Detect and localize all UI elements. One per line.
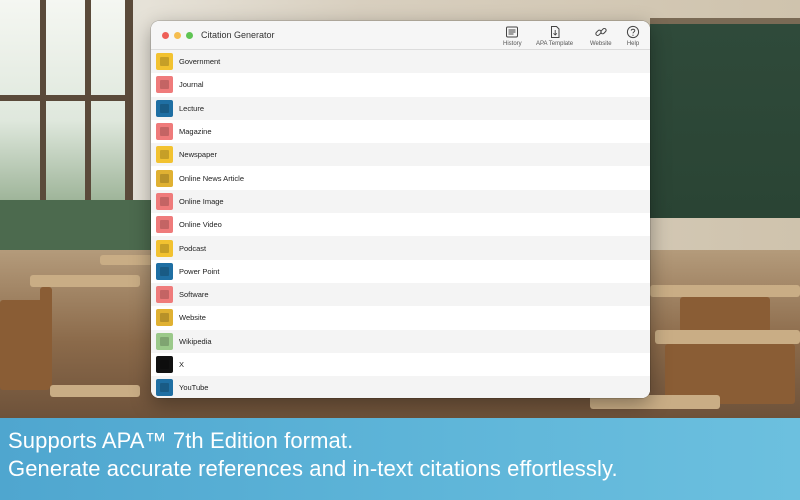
source-type-list: Government Journal Lecture Magazine Newspape… <box>151 50 650 398</box>
list-item[interactable]: YouTube <box>151 376 650 398</box>
promo-caption: Supports APA™ 7th Edition format. Genera… <box>0 418 800 500</box>
list-item-label: Newspaper <box>179 150 217 160</box>
list-item-label: Online Video <box>179 220 222 230</box>
list-item-label: YouTube <box>179 383 209 393</box>
help-button[interactable]: Help <box>626 25 640 49</box>
list-item-label: X <box>179 360 185 369</box>
document-icon <box>550 26 560 38</box>
citation-generator-window: Citation Generator History APA Template <box>151 21 650 398</box>
journal-icon <box>156 76 173 94</box>
list-item[interactable]: Government <box>151 50 650 74</box>
help-label: Help <box>626 41 640 47</box>
website-label: Website <box>590 41 612 47</box>
list-item[interactable]: Online Video <box>151 213 650 237</box>
list-item-label: Lecture <box>179 103 205 113</box>
list-item-label: Wikipedia <box>179 336 212 346</box>
help-icon <box>626 25 640 39</box>
image-icon <box>156 192 173 210</box>
website-button[interactable]: Website <box>590 25 612 49</box>
government-icon <box>156 53 173 71</box>
list-item[interactable]: Lecture <box>151 96 650 120</box>
presentation-icon <box>156 262 173 280</box>
apa-template-button[interactable]: APA Template <box>536 25 573 49</box>
titlebar: Citation Generator History APA Template <box>151 21 650 50</box>
list-item[interactable]: Podcast <box>151 236 650 260</box>
magazine-icon <box>156 123 173 141</box>
history-icon <box>506 26 519 38</box>
lecture-icon <box>156 99 173 117</box>
newspaper-icon <box>156 146 173 164</box>
list-item[interactable]: Power Point <box>151 259 650 283</box>
list-item[interactable]: Journal <box>151 73 650 97</box>
list-item-label: Podcast <box>179 243 207 253</box>
youtube-icon <box>156 379 173 397</box>
zoom-window-button[interactable] <box>186 32 193 39</box>
list-item[interactable]: X <box>151 352 650 377</box>
list-item[interactable]: Online Image <box>151 189 650 214</box>
close-window-button[interactable] <box>162 32 169 39</box>
link-icon <box>595 27 607 36</box>
list-item-label: Government <box>179 57 221 67</box>
wikipedia-icon <box>156 332 173 350</box>
news-article-icon <box>156 169 173 187</box>
list-item[interactable]: Software <box>151 282 650 307</box>
list-item-label: Website <box>179 313 206 323</box>
history-label: History <box>503 41 522 47</box>
video-icon <box>156 216 173 234</box>
list-item-label: Software <box>179 290 209 300</box>
list-item[interactable]: Online News Article <box>151 166 650 190</box>
list-item[interactable]: Wikipedia <box>151 329 650 353</box>
caption-line-2: Generate accurate references and in-text… <box>8 456 618 481</box>
list-item-label: Power Point <box>179 266 220 276</box>
list-item-label: Journal <box>179 80 204 90</box>
caption-line-1: Supports APA™ 7th Edition format. <box>8 428 354 453</box>
list-item[interactable]: Magazine <box>151 119 650 144</box>
website-icon <box>156 309 173 327</box>
list-item[interactable]: Website <box>151 306 650 330</box>
software-icon <box>156 286 173 304</box>
list-item-label: Online Image <box>179 196 224 206</box>
podcast-icon <box>156 239 173 257</box>
list-item-label: Online News Article <box>179 173 245 183</box>
apa-template-label: APA Template <box>536 41 574 47</box>
x-logo-icon <box>156 356 173 373</box>
minimize-window-button[interactable] <box>174 32 181 39</box>
window-title: Citation Generator <box>201 30 275 40</box>
history-button[interactable]: History <box>503 25 522 49</box>
list-item[interactable]: Newspaper <box>151 143 650 167</box>
list-item-label: Magazine <box>179 127 212 137</box>
